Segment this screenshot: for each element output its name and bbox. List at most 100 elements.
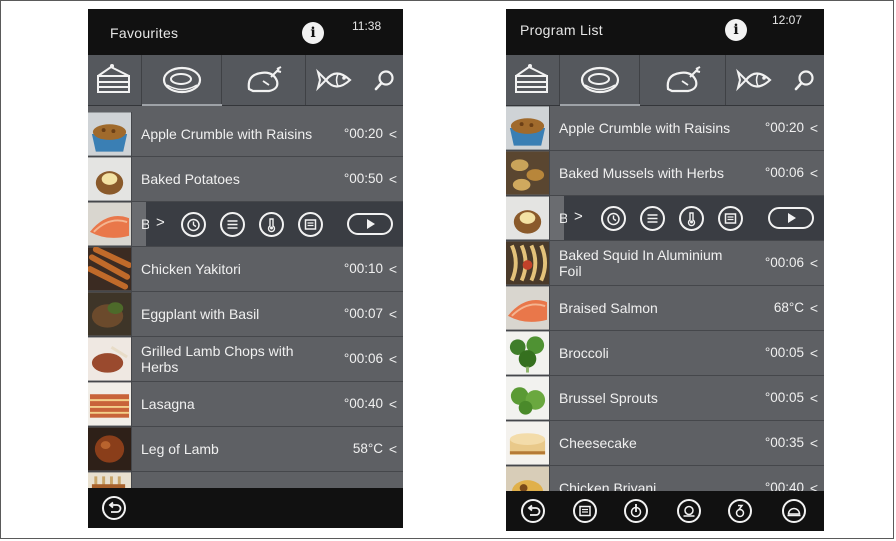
item-name: Cheesecake (559, 435, 637, 451)
plate-button[interactable] (677, 499, 701, 523)
item-value: °00:07 (343, 306, 383, 321)
chevron-left-icon[interactable]: < (389, 112, 397, 156)
food-thumbnail (506, 151, 550, 195)
chevron-left-icon[interactable]: < (810, 106, 818, 150)
core-probe-button[interactable] (624, 499, 648, 523)
favourites-list: Apple Crumble with Raisins °00:20 < Bake… (88, 106, 403, 488)
cloche-button[interactable] (782, 499, 806, 523)
expanded-list-item[interactable]: B > (88, 202, 403, 247)
category-tab-fish[interactable] (726, 55, 786, 105)
item-value: °00:10 (343, 261, 383, 276)
food-thumbnail (88, 292, 132, 336)
list-item[interactable]: Broccoli °00:05 < (506, 331, 824, 376)
category-tab-meat[interactable] (142, 55, 222, 105)
back-button[interactable] (521, 499, 545, 523)
collapse-arrow-icon[interactable]: > (156, 214, 165, 231)
category-tab-meat[interactable] (560, 55, 640, 105)
collapse-arrow-icon[interactable]: > (574, 208, 583, 225)
chevron-left-icon[interactable]: < (810, 151, 818, 195)
food-thumbnail (88, 427, 132, 471)
food-thumbnail (88, 112, 132, 156)
chevron-left-icon[interactable]: < (389, 247, 397, 291)
category-tab-poultry[interactable] (640, 55, 726, 105)
timer-button[interactable] (601, 206, 626, 231)
item-name: Apple Crumble with Raisins (141, 126, 313, 142)
list-item[interactable]: Baked Squid In Aluminium Foil °00:06 < (506, 241, 824, 286)
chevron-left-icon[interactable]: < (810, 241, 818, 285)
timer-icon (607, 212, 620, 226)
clock: 11:38 (352, 19, 382, 33)
list-item[interactable]: Apple Crumble with Raisins °00:20 < (506, 106, 824, 151)
category-tab-poultry[interactable] (222, 55, 306, 105)
list-item[interactable]: Baked Mussels with Herbs °00:06 < (506, 151, 824, 196)
category-tab-fish[interactable] (306, 55, 366, 105)
timer-button[interactable] (181, 212, 206, 237)
recipe-button[interactable] (573, 499, 597, 523)
chevron-left-icon[interactable]: < (810, 421, 818, 465)
search-button[interactable] (366, 55, 403, 105)
item-name: Broccoli (559, 345, 609, 361)
item-name: Apple Crumble with Raisins (559, 120, 731, 136)
list-item[interactable]: Braised Salmon 68°C < (506, 286, 824, 331)
temperature-button[interactable] (259, 212, 284, 237)
chevron-left-icon[interactable]: < (810, 331, 818, 375)
item-value: °00:20 (764, 120, 804, 135)
item-value: °00:06 (344, 472, 383, 488)
food-thumbnail (88, 247, 132, 291)
list-item[interactable]: Baked Potatoes °00:50 < (88, 157, 403, 202)
recipe-button[interactable] (718, 206, 743, 231)
chevron-left-icon[interactable]: < (389, 472, 397, 488)
chevron-left-icon[interactable]: < (810, 376, 818, 420)
chevron-left-icon[interactable]: < (389, 427, 397, 471)
food-thumbnail (506, 241, 550, 285)
item-name: Baked Potatoes (141, 171, 240, 187)
item-value: °00:06 (343, 351, 383, 366)
category-tab-dessert[interactable] (506, 55, 560, 105)
item-value: °00:05 (764, 345, 804, 360)
menu-button[interactable] (220, 212, 245, 237)
timer-icon (187, 218, 200, 232)
item-name: Chicken Briyani (559, 480, 657, 491)
start-button[interactable] (347, 213, 393, 235)
info-icon[interactable]: i (302, 22, 324, 44)
category-tab-dessert[interactable] (88, 55, 142, 105)
category-bar (506, 55, 824, 106)
list-item[interactable]: Brussel Sprouts °00:05 < (506, 376, 824, 421)
list-item[interactable]: Cheesecake °00:35 < (506, 421, 824, 466)
item-value: °00:50 (343, 171, 383, 186)
search-button[interactable] (786, 55, 824, 105)
chevron-left-icon[interactable]: < (389, 157, 397, 201)
recipe-button[interactable] (298, 212, 323, 237)
list-item[interactable]: Chicken Yakitori °00:10 < (88, 247, 403, 292)
info-icon[interactable]: i (725, 19, 747, 41)
food-thumbnail (88, 157, 132, 201)
list-item[interactable]: Chicken Briyani °00:40 < (506, 466, 824, 491)
food-thumbnail (506, 421, 550, 465)
program-list: Apple Crumble with Raisins °00:20 < Bake… (506, 106, 824, 491)
list-item[interactable]: Grilled Lamb Chops with Herbs °00:06 < (88, 337, 403, 382)
temperature-button[interactable] (679, 206, 704, 231)
food-thumbnail (88, 202, 132, 246)
item-name: Lasagna (141, 396, 195, 412)
chevron-left-icon[interactable]: < (810, 286, 818, 330)
menu-button[interactable] (640, 206, 665, 231)
expanded-list-item[interactable]: B > (506, 196, 824, 241)
list-item[interactable]: Apple Crumble with Raisins °00:20 < (88, 112, 403, 157)
list-item[interactable]: Pork Satay with Pineapple °00:06 < (88, 472, 403, 488)
chevron-left-icon[interactable]: < (389, 382, 397, 426)
chicken-icon (666, 66, 700, 93)
list-item[interactable]: Leg of Lamb 58°C < (88, 427, 403, 472)
start-button[interactable] (768, 207, 814, 229)
cloche-icon (787, 507, 801, 517)
chevron-left-icon[interactable]: < (810, 466, 818, 491)
clock: 12:07 (772, 13, 803, 27)
delta-button[interactable] (728, 499, 752, 523)
back-button[interactable] (102, 496, 126, 520)
title-bar: Favourites i 11:38 (88, 9, 403, 55)
list-item[interactable]: Lasagna °00:40 < (88, 382, 403, 427)
chevron-left-icon[interactable]: < (389, 292, 397, 336)
list-item[interactable]: Eggplant with Basil °00:07 < (88, 292, 403, 337)
item-value: °00:05 (764, 390, 804, 405)
item-name: Chicken Yakitori (141, 261, 241, 277)
chevron-left-icon[interactable]: < (389, 337, 397, 381)
